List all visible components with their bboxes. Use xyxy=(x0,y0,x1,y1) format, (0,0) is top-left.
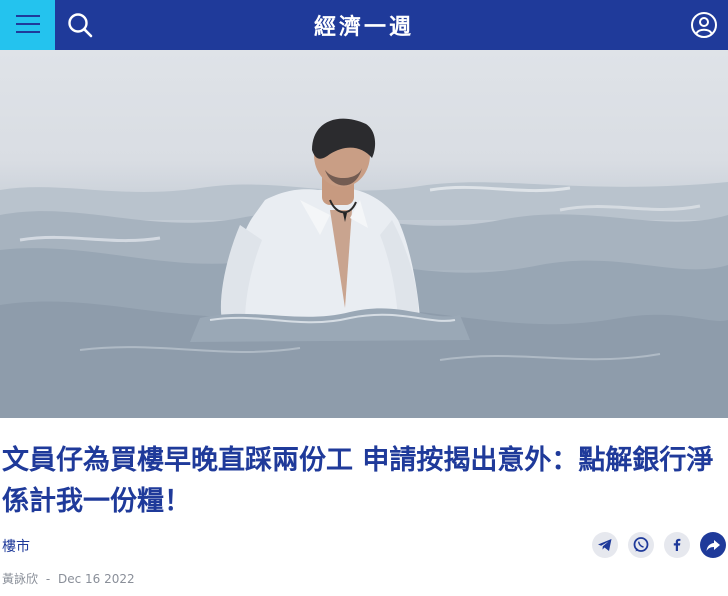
share-more-icon xyxy=(706,540,720,551)
byline-separator: - xyxy=(45,572,51,586)
share-facebook-button[interactable] xyxy=(664,532,690,558)
article-title: 文員仔為買樓早晚直踩兩份工 申請按揭出意外：點解銀行淨係計我一份糧！ xyxy=(2,445,714,517)
share-more-button[interactable] xyxy=(700,532,726,558)
publish-date: Dec 16 2022 xyxy=(58,572,135,586)
author-name: 黃詠欣 xyxy=(2,572,39,586)
facebook-icon xyxy=(673,538,681,551)
article-byline: 黃詠欣 - Dec 16 2022 xyxy=(2,570,139,587)
share-telegram-button[interactable] xyxy=(592,532,618,558)
share-whatsapp-button[interactable] xyxy=(628,532,654,558)
hero-image xyxy=(0,50,728,418)
telegram-icon xyxy=(598,539,612,551)
sea-scene-illustration xyxy=(0,118,728,418)
article-category-link[interactable]: 樓市 xyxy=(2,536,30,556)
whatsapp-icon xyxy=(633,537,649,552)
top-navigation-bar: 經濟一週 xyxy=(0,0,728,50)
user-account-icon xyxy=(691,12,717,38)
user-account-button[interactable] xyxy=(690,11,718,39)
site-logo[interactable]: 經濟一週 xyxy=(0,9,728,41)
